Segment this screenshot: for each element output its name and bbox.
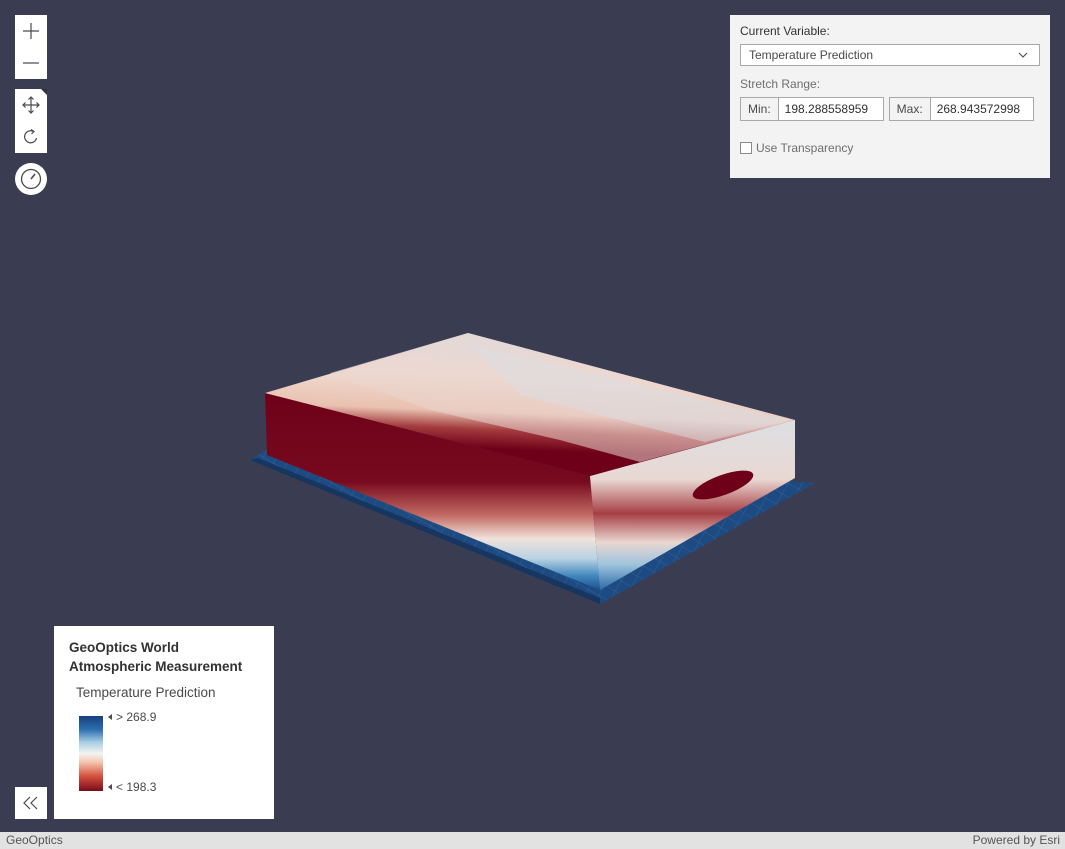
transparency-row: Use Transparency [740, 141, 1040, 155]
collapse-legend-button[interactable] [15, 787, 47, 819]
stretch-range-label: Stretch Range: [740, 77, 821, 91]
color-ramp [79, 716, 103, 791]
min-range-group: Min: [740, 97, 884, 121]
marker-triangle-icon [108, 784, 112, 790]
legend-low-label: < 198.3 [116, 780, 157, 794]
chevron-down-icon [1018, 52, 1028, 58]
rotate-button[interactable] [15, 121, 47, 153]
use-transparency-checkbox[interactable] [740, 142, 752, 154]
variable-select[interactable]: Temperature Prediction [740, 44, 1040, 66]
compass-icon [20, 168, 42, 190]
zoom-in-icon [23, 23, 39, 39]
zoom-out-icon [23, 62, 39, 64]
legend-title-line1: GeoOptics World [69, 640, 180, 655]
use-transparency-label[interactable]: Use Transparency [756, 141, 853, 155]
attribution-bar: GeoOptics Powered by Esri [0, 832, 1065, 849]
pan-icon [22, 96, 40, 114]
powered-by-esri[interactable]: Powered by Esri [973, 833, 1060, 847]
pan-button[interactable] [15, 89, 47, 121]
zoom-out-button[interactable] [15, 47, 47, 79]
max-range-group: Max: [888, 97, 1034, 121]
attribution-source[interactable]: GeoOptics [6, 833, 63, 847]
max-input[interactable] [930, 97, 1034, 121]
max-label: Max: [888, 97, 931, 121]
stretch-range-row: Min: Max: [740, 97, 1040, 121]
legend-low-label-row: < 198.3 [108, 780, 156, 794]
variable-panel: Current Variable: Temperature Prediction… [730, 15, 1050, 178]
marker-triangle-icon [108, 714, 112, 720]
current-variable-label: Current Variable: [740, 24, 830, 38]
legend-high-label: > 268.9 [116, 710, 157, 724]
min-input[interactable] [778, 97, 884, 121]
compass-button[interactable] [15, 163, 47, 195]
legend-variable: Temperature Prediction [76, 685, 216, 700]
legend-title: GeoOptics World Atmospheric Measurement [69, 638, 259, 676]
variable-select-value: Temperature Prediction [749, 48, 874, 62]
zoom-in-button[interactable] [15, 15, 47, 47]
double-chevron-left-icon [23, 796, 38, 810]
legend-high-label-row: > 268.9 [108, 710, 156, 724]
legend-title-line2: Atmospheric Measurement [69, 659, 243, 674]
min-label: Min: [740, 97, 779, 121]
legend-panel: GeoOptics World Atmospheric Measurement … [54, 626, 274, 819]
corner-indicator-icon [41, 89, 47, 95]
rotate-icon [24, 129, 38, 144]
